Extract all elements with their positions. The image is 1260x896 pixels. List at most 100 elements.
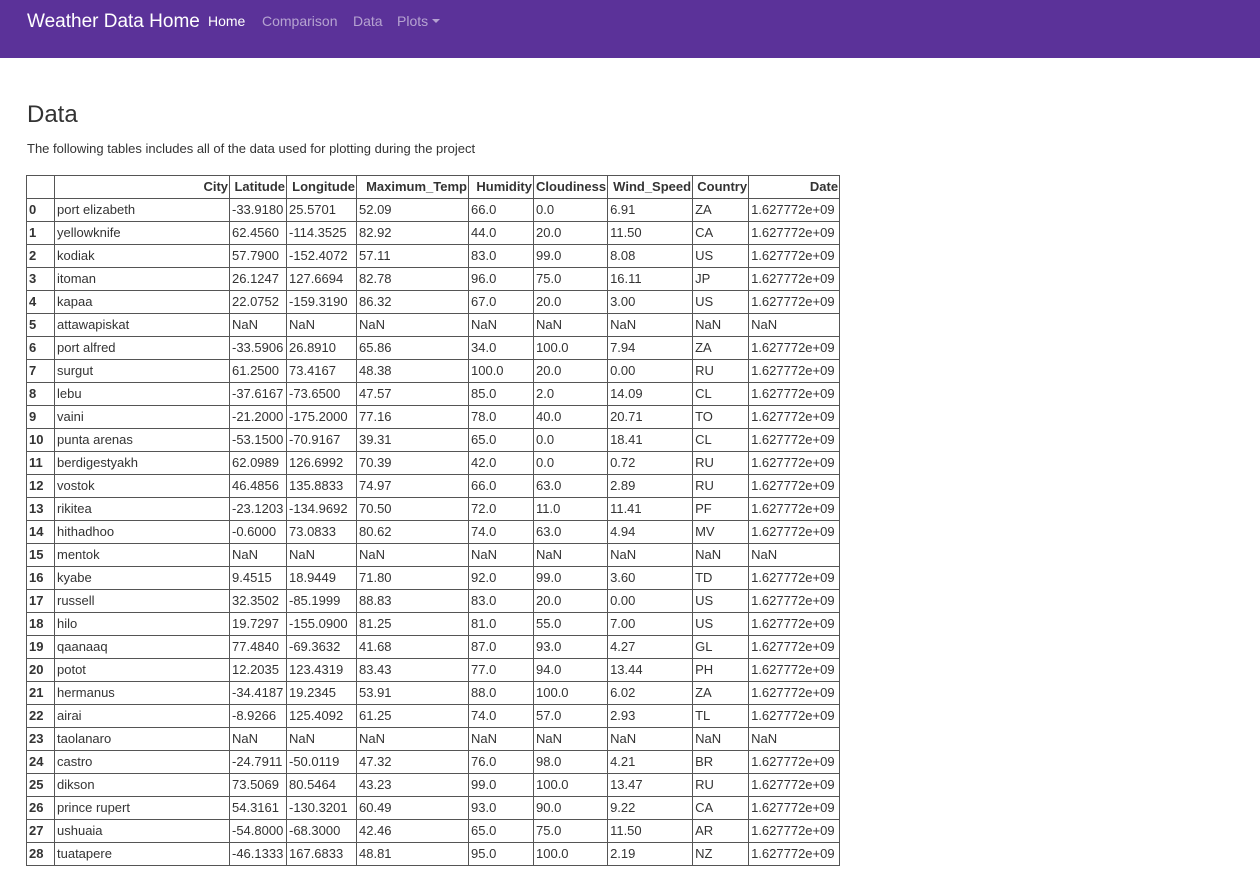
row-index: 5 [26,313,55,337]
cell-country: ZA [692,336,750,360]
table-row: 0 port elizabeth -33.9180 25.5701 52.09 66.0 0… [26,198,841,222]
cell-latitude: NaN [229,313,287,337]
cell-city: castro [54,750,230,774]
cell-humidity: 65.0 [468,428,534,452]
cell-longitude: -152.4072 [286,244,357,268]
cell-longitude: NaN [286,313,357,337]
table-row: 9 vaini -21.2000 -175.2000 77.16 78.0 40.0 20.7… [26,405,841,429]
cell-cloudiness: 63.0 [532,520,609,544]
cell-maximum-temp: 48.38 [356,359,469,383]
cell-humidity: NaN [468,543,534,567]
table-row: 13 rikitea -23.1203 -134.9692 70.50 72.0 11.0 1… [26,497,841,521]
cell-longitude: 73.0833 [286,520,357,544]
row-index: 23 [26,727,55,751]
cell-longitude: -68.3000 [286,819,357,843]
cell-date: 1.627772e+09 [748,198,841,222]
table-row: 27 ushuaia -54.8000 -68.3000 42.46 65.0 75.0 11… [26,819,841,843]
table-row: 14 hithadhoo -0.6000 73.0833 80.62 74.0 63.0 4.… [26,520,841,544]
cell-wind-speed: 13.44 [607,658,694,682]
cell-country: GL [692,635,750,659]
row-index: 8 [26,382,55,406]
header-maximum-temp: Maximum_Temp [356,175,469,199]
cell-maximum-temp: 60.49 [356,796,469,820]
cell-wind-speed: 20.71 [607,405,694,429]
cell-maximum-temp: 77.16 [356,405,469,429]
cell-humidity: 74.0 [468,704,534,728]
top-navbar: Weather Data Home Home Comparison Data P… [0,0,1260,58]
cell-city: kodiak [54,244,230,268]
cell-humidity: 88.0 [468,681,534,705]
cell-humidity: 67.0 [468,290,534,314]
cell-date: NaN [748,313,841,337]
header-country: Country [692,175,750,199]
cell-cloudiness: 75.0 [532,819,609,843]
cell-latitude: -53.1500 [229,428,287,452]
cell-humidity: 76.0 [468,750,534,774]
cell-wind-speed: 13.47 [607,773,694,797]
cell-humidity: 83.0 [468,244,534,268]
cell-humidity: 66.0 [468,198,534,222]
cell-country: PH [692,658,750,682]
row-index: 28 [26,842,55,866]
cell-city: berdigestyakh [54,451,230,475]
row-index: 13 [26,497,55,521]
cell-date: 1.627772e+09 [748,704,841,728]
table-row: 17 russell 32.3502 -85.1999 88.83 83.0 20.0 0.0… [26,589,841,613]
nav-plots-dropdown[interactable]: Plots [397,12,441,30]
cell-wind-speed: 7.94 [607,336,694,360]
cell-maximum-temp: 52.09 [356,198,469,222]
cell-cloudiness: 63.0 [532,474,609,498]
cell-date: 1.627772e+09 [748,451,841,475]
cell-longitude: 127.6694 [286,267,357,291]
cell-maximum-temp: NaN [356,313,469,337]
cell-wind-speed: 11.41 [607,497,694,521]
nav-data-link[interactable]: Data [353,12,383,30]
cell-cloudiness: 75.0 [532,267,609,291]
nav-home-link[interactable]: Home [208,12,245,30]
weather-data-table: City Latitude Longitude Maximum_Temp Humidit… [26,175,841,866]
row-index: 10 [26,428,55,452]
cell-latitude: NaN [229,727,287,751]
cell-cloudiness: 100.0 [532,681,609,705]
cell-wind-speed: 2.89 [607,474,694,498]
cell-humidity: 83.0 [468,589,534,613]
cell-cloudiness: 0.0 [532,198,609,222]
cell-latitude: 9.4515 [229,566,287,590]
nav-comparison-link[interactable]: Comparison [262,12,337,30]
cell-country: NaN [692,543,750,567]
row-index: 15 [26,543,55,567]
cell-country: US [692,290,750,314]
cell-wind-speed: 2.93 [607,704,694,728]
cell-cloudiness: NaN [532,313,609,337]
cell-wind-speed: 4.21 [607,750,694,774]
cell-date: 1.627772e+09 [748,428,841,452]
table-row: 23 taolanaro NaN NaN NaN NaN NaN NaN NaN NaN [26,727,841,751]
cell-cloudiness: 100.0 [532,773,609,797]
cell-latitude: 62.0989 [229,451,287,475]
cell-country: ZA [692,681,750,705]
cell-maximum-temp: 82.92 [356,221,469,245]
cell-longitude: 125.4092 [286,704,357,728]
row-index: 27 [26,819,55,843]
cell-city: yellowknife [54,221,230,245]
cell-cloudiness: 90.0 [532,796,609,820]
row-index: 18 [26,612,55,636]
cell-wind-speed: 9.22 [607,796,694,820]
cell-city: surgut [54,359,230,383]
cell-latitude: 46.4856 [229,474,287,498]
cell-maximum-temp: 70.50 [356,497,469,521]
cell-longitude: 73.4167 [286,359,357,383]
cell-country: TL [692,704,750,728]
header-index [26,175,55,199]
cell-city: qaanaaq [54,635,230,659]
cell-city: kyabe [54,566,230,590]
row-index: 1 [26,221,55,245]
cell-date: 1.627772e+09 [748,244,841,268]
cell-latitude: -0.6000 [229,520,287,544]
cell-date: 1.627772e+09 [748,750,841,774]
cell-humidity: 65.0 [468,819,534,843]
brand-link[interactable]: Weather Data Home [27,10,200,34]
row-index: 2 [26,244,55,268]
cell-cloudiness: 55.0 [532,612,609,636]
cell-city: prince rupert [54,796,230,820]
